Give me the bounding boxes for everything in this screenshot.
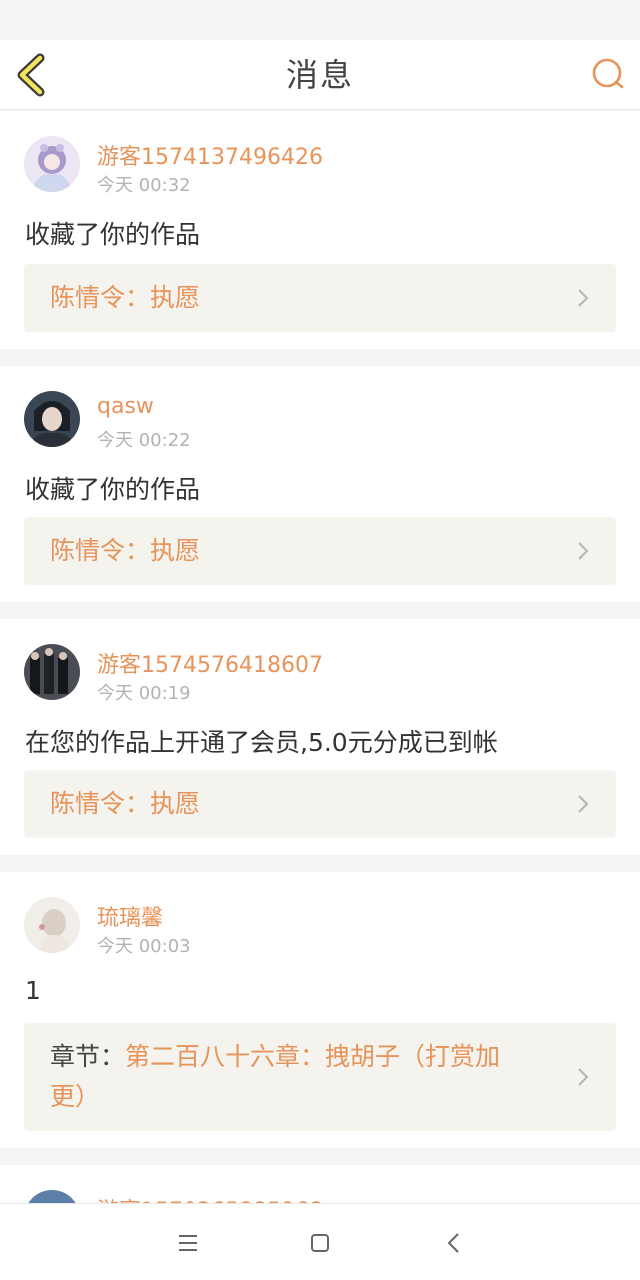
work-title: 陈情令：执愿 [50,789,201,818]
chevron-right-icon [578,1068,589,1086]
message-card: 游客1570365885968 [0,1165,640,1203]
avatar[interactable] [24,1190,80,1203]
message-card: qasw 今天 00:22 收藏了你的作品 陈情令：执愿 [0,366,640,602]
search-button[interactable] [588,54,628,94]
timestamp: 今天 00:22 [97,430,191,451]
chapter-title: 第二百八十六章：拽胡子（打赏加 [125,1042,501,1071]
message-text: 收藏了你的作品 [25,475,201,504]
message-text: 1 [25,976,41,1005]
work-title: 陈情令：执愿 [50,283,201,312]
avatar[interactable] [24,644,80,700]
system-back-button[interactable] [441,1230,467,1256]
nav-bar: 消息 [0,40,640,110]
search-icon [592,58,624,89]
avatar[interactable] [24,391,80,447]
work-link[interactable]: 陈情令：执愿 [24,517,616,585]
message-text: 收藏了你的作品 [25,220,201,249]
timestamp: 今天 00:19 [97,683,191,704]
work-link[interactable]: 陈情令：执愿 [24,264,616,332]
message-card: 游客1574576418607 今天 00:19 在您的作品上开通了会员,5.0… [0,619,640,855]
timestamp: 今天 00:03 [97,936,191,957]
avatar[interactable] [24,897,80,953]
work-link[interactable]: 陈情令：执愿 [24,770,616,838]
home-square-icon [311,1234,329,1252]
user-name[interactable]: 游客1574137496426 [97,139,323,171]
message-text: 在您的作品上开通了会员,5.0元分成已到帐 [25,728,498,757]
user-name[interactable]: 琉璃馨 [97,900,163,932]
work-link[interactable]: 章节：第二百八十六章：拽胡子（打赏加 更） [24,1023,616,1131]
user-name[interactable]: qasw [97,394,154,419]
message-card: 游客1574137496426 今天 00:32 收藏了你的作品 陈情令：执愿 [0,111,640,349]
chevron-right-icon [578,289,589,307]
chapter-prefix: 章节： [50,1042,126,1071]
avatar[interactable] [24,136,80,192]
user-name[interactable]: 游客1570365885968 [97,1193,323,1203]
page-title: 消息 [285,56,354,94]
message-feed[interactable]: 游客1574137496426 今天 00:32 收藏了你的作品 陈情令：执愿 … [0,111,640,1203]
chevron-right-icon [578,795,589,813]
home-button[interactable] [307,1230,333,1256]
menu-icon [179,1235,197,1251]
back-arrow-icon [447,1233,459,1253]
status-bar [0,0,640,40]
system-navigation-bar [0,1203,640,1280]
chapter-title-cont: 更） [50,1082,101,1111]
timestamp: 今天 00:32 [97,175,191,196]
user-name[interactable]: 游客1574576418607 [97,647,323,679]
menu-button[interactable] [175,1230,201,1256]
chevron-right-icon [578,542,589,560]
message-card: 琉璃馨 今天 00:03 1 章节：第二百八十六章：拽胡子（打赏加 更） [0,872,640,1148]
work-title: 陈情令：执愿 [50,536,201,565]
